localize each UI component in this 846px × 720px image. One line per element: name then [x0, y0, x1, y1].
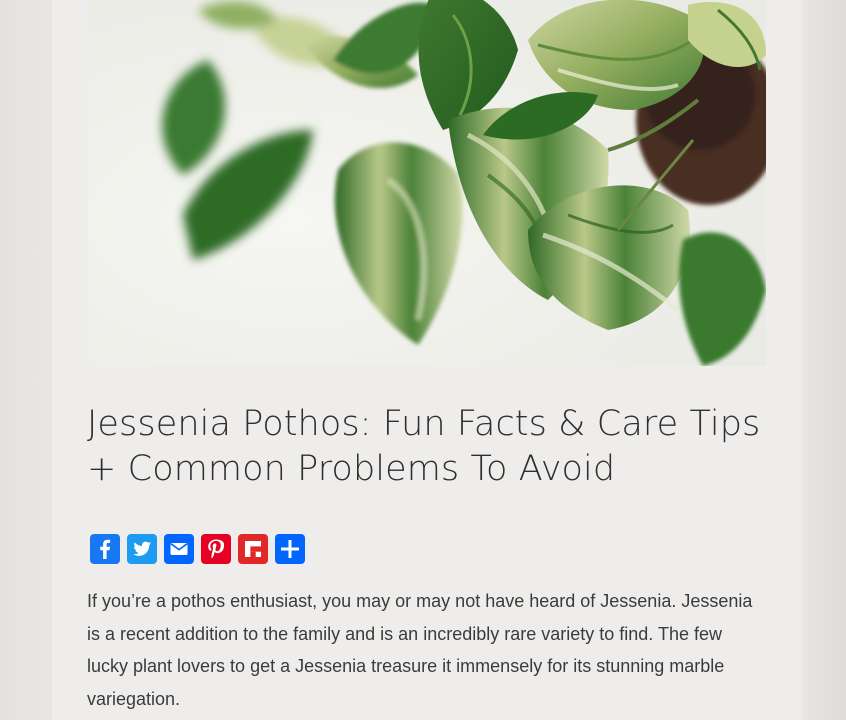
twitter-share-button[interactable] [127, 534, 157, 564]
flipboard-icon [245, 541, 261, 557]
pinterest-share-button[interactable] [201, 534, 231, 564]
facebook-share-button[interactable] [90, 534, 120, 564]
article-card: Jessenia Pothos: Fun Facts & Care Tips +… [52, 0, 802, 720]
email-icon [170, 543, 188, 555]
share-more-button[interactable] [275, 534, 305, 564]
share-toolbar [90, 534, 305, 564]
twitter-icon [133, 541, 151, 556]
pothos-plant-illustration [88, 0, 766, 366]
page-margin-left [0, 0, 52, 720]
email-share-button[interactable] [164, 534, 194, 564]
share-plus-icon [281, 540, 299, 558]
pinterest-icon [208, 539, 225, 559]
flipboard-share-button[interactable] [238, 534, 268, 564]
article-intro-paragraph: If you’re a pothos enthusiast, you may o… [87, 591, 753, 710]
facebook-icon [100, 539, 111, 559]
hero-image [88, 0, 766, 366]
page-margin-right [802, 0, 846, 720]
article-title: Jessenia Pothos: Fun Facts & Care Tips +… [87, 404, 761, 489]
